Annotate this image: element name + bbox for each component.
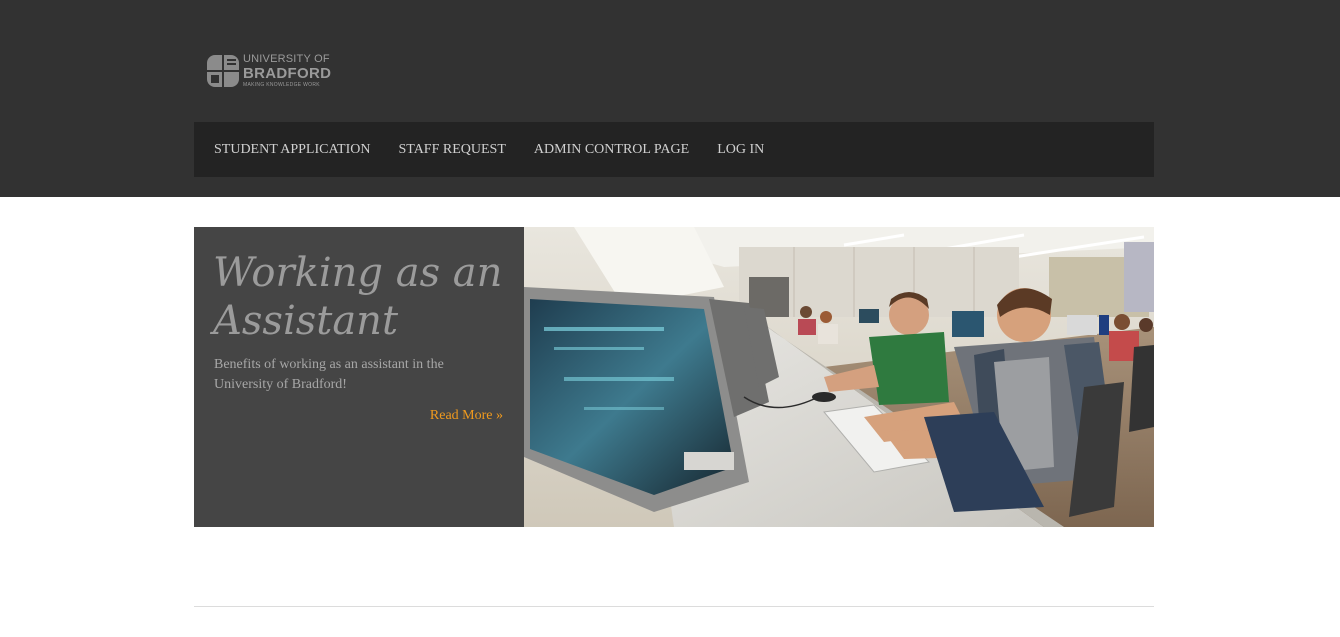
main-nav: STUDENT APPLICATION STAFF REQUEST ADMIN … bbox=[194, 122, 1154, 177]
logo-wordmark: UNIVERSITY OF BRADFORD MAKING KNOWLEDGE … bbox=[243, 54, 331, 88]
logo-line-university-of: UNIVERSITY OF bbox=[243, 53, 330, 65]
slide-photo-computer-lab bbox=[524, 227, 1154, 527]
slide-title: Working as an Assistant bbox=[213, 250, 503, 344]
read-more-link[interactable]: Read More » bbox=[430, 408, 503, 424]
featured-slide: Working as an Assistant Benefits of work… bbox=[194, 227, 1154, 527]
university-crest-icon bbox=[207, 55, 239, 87]
site-header: UNIVERSITY OF BRADFORD MAKING KNOWLEDGE … bbox=[0, 0, 1340, 197]
logo-line-bradford: BRADFORD bbox=[243, 65, 332, 82]
slide-caption-panel: Working as an Assistant Benefits of work… bbox=[194, 227, 524, 527]
nav-admin-control-page[interactable]: ADMIN CONTROL PAGE bbox=[534, 142, 689, 158]
nav-staff-request[interactable]: STAFF REQUEST bbox=[398, 142, 505, 158]
nav-student-application[interactable]: STUDENT APPLICATION bbox=[214, 142, 370, 158]
content-divider bbox=[194, 606, 1154, 607]
university-logo[interactable]: UNIVERSITY OF BRADFORD MAKING KNOWLEDGE … bbox=[207, 54, 331, 88]
nav-log-in[interactable]: LOG IN bbox=[717, 142, 764, 158]
slide-description: Benefits of working as an assistant in t… bbox=[214, 357, 444, 392]
logo-tagline: MAKING KNOWLEDGE WORK bbox=[243, 82, 320, 88]
